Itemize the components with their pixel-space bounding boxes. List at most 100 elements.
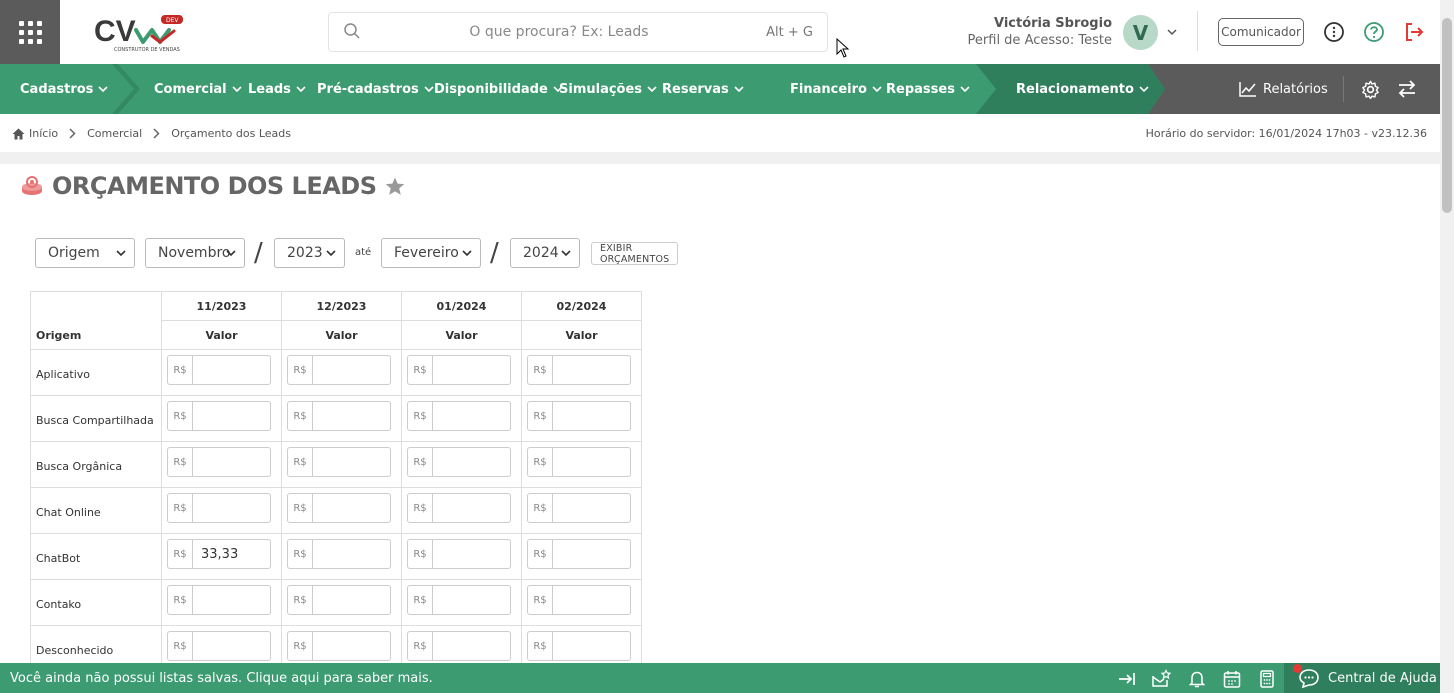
scrollbar-thumb[interactable] <box>1442 18 1452 213</box>
budget-value[interactable] <box>433 448 510 476</box>
budget-value[interactable] <box>553 356 630 384</box>
nav-leads[interactable]: Leads <box>248 64 306 114</box>
logout-icon[interactable] <box>1403 21 1425 43</box>
budget-value[interactable] <box>193 632 270 660</box>
budget-value[interactable] <box>313 586 390 614</box>
budget-value[interactable] <box>433 402 510 430</box>
budget-input[interactable]: R$ <box>287 401 391 431</box>
breadcrumb-home[interactable]: Início <box>29 127 58 140</box>
budget-value[interactable] <box>313 402 390 430</box>
nav-pre-cadastros[interactable]: Pré-cadastros <box>317 64 434 114</box>
budget-value[interactable] <box>433 494 510 522</box>
budget-input[interactable]: R$ <box>527 539 631 569</box>
nav-disponibilidade[interactable]: Disponibilidade <box>434 64 563 114</box>
gear-icon[interactable] <box>1361 80 1380 99</box>
budget-input[interactable]: R$ <box>287 447 391 477</box>
budget-input[interactable]: R$ <box>407 539 511 569</box>
budget-input[interactable]: R$ <box>167 355 271 385</box>
home-icon[interactable] <box>12 128 25 140</box>
budget-value[interactable] <box>553 632 630 660</box>
budget-input[interactable]: R$ <box>527 585 631 615</box>
group-select[interactable]: Origem <box>35 238 135 268</box>
budget-input[interactable]: R$ <box>407 631 511 661</box>
from-month-select[interactable]: Novembro <box>145 238 245 268</box>
bell-icon[interactable] <box>1187 669 1207 689</box>
budget-input[interactable]: R$ <box>287 493 391 523</box>
chevron-down-icon[interactable] <box>1166 28 1178 36</box>
communicator-button[interactable]: Comunicador <box>1218 18 1304 46</box>
mail-star-icon[interactable] <box>1151 669 1171 689</box>
budget-input[interactable]: R$ <box>287 631 391 661</box>
budget-input[interactable]: R$ <box>527 401 631 431</box>
nav-cadastros[interactable]: Cadastros <box>20 64 109 114</box>
nav-relacionamento[interactable]: Relacionamento <box>1016 64 1149 114</box>
budget-input[interactable]: R$ <box>527 631 631 661</box>
budget-value[interactable] <box>433 586 510 614</box>
budget-value[interactable] <box>553 448 630 476</box>
budget-value[interactable] <box>313 494 390 522</box>
switch-arrows-icon[interactable] <box>1397 80 1417 98</box>
to-month-select[interactable]: Fevereiro <box>381 238 481 268</box>
budget-value[interactable] <box>433 540 510 568</box>
nav-repasses[interactable]: Repasses <box>886 64 970 114</box>
budget-value[interactable] <box>553 540 630 568</box>
breadcrumb-comercial[interactable]: Comercial <box>87 127 142 140</box>
saved-lists-message[interactable]: Você ainda não possui listas salvas. Cli… <box>10 671 433 686</box>
budget-input[interactable]: R$ <box>287 585 391 615</box>
budget-input[interactable]: R$ <box>407 447 511 477</box>
budget-value[interactable] <box>553 402 630 430</box>
budget-value[interactable] <box>193 448 270 476</box>
budget-input[interactable]: R$ <box>167 447 271 477</box>
budget-input[interactable]: R$ <box>167 631 271 661</box>
global-search[interactable]: Alt + G <box>328 12 828 52</box>
budget-value[interactable] <box>313 540 390 568</box>
budget-value[interactable] <box>433 356 510 384</box>
avatar[interactable]: V <box>1123 15 1158 50</box>
nav-financeiro[interactable]: Financeiro <box>790 64 882 114</box>
budget-input[interactable]: R$ <box>407 493 511 523</box>
collapse-right-icon[interactable] <box>1117 669 1137 689</box>
budget-input[interactable]: R$ <box>527 447 631 477</box>
help-center-button[interactable]: Central de Ajuda <box>1284 663 1440 693</box>
apps-menu-button[interactable] <box>0 0 60 64</box>
budget-input[interactable]: R$ <box>167 401 271 431</box>
info-icon[interactable] <box>1323 21 1345 43</box>
budget-input[interactable]: R$ <box>527 355 631 385</box>
calendar-icon[interactable] <box>1222 669 1242 689</box>
calculator-icon[interactable] <box>1257 669 1277 689</box>
budget-value[interactable] <box>193 586 270 614</box>
page-scrollbar[interactable] <box>1440 0 1454 693</box>
budget-value[interactable] <box>313 632 390 660</box>
budget-input[interactable]: R$ <box>407 355 511 385</box>
budget-input[interactable]: R$ <box>407 585 511 615</box>
logo[interactable]: CV DEV CONSTRUTOR DE VENDAS <box>94 12 186 54</box>
budget-value[interactable] <box>193 402 270 430</box>
budget-value[interactable] <box>553 494 630 522</box>
show-budgets-button[interactable]: EXIBIR ORÇAMENTOS <box>591 242 679 265</box>
budget-value[interactable] <box>193 494 270 522</box>
nav-comercial[interactable]: Comercial <box>154 64 242 114</box>
user-info[interactable]: Victória Sbrogio Perfil de Acesso: Teste <box>968 16 1112 48</box>
budget-input[interactable]: R$ <box>287 539 391 569</box>
budget-value[interactable] <box>193 356 270 384</box>
nav-reservas[interactable]: Reservas <box>662 64 744 114</box>
nav-simulacoes[interactable]: Simulações <box>559 64 657 114</box>
from-year-select[interactable]: 2023 <box>274 238 345 268</box>
star-icon[interactable] <box>385 177 405 196</box>
budget-input[interactable]: R$ <box>287 355 391 385</box>
search-input[interactable] <box>369 13 749 51</box>
budget-value[interactable] <box>313 448 390 476</box>
budget-input[interactable]: R$ <box>167 493 271 523</box>
budget-value[interactable]: 33,33 <box>193 540 270 568</box>
nav-relatorios[interactable]: Relatórios <box>1239 64 1328 114</box>
budget-input[interactable]: R$ <box>167 585 271 615</box>
budget-value[interactable] <box>313 356 390 384</box>
budget-value[interactable] <box>433 632 510 660</box>
budget-input[interactable]: R$ 33,33 <box>167 539 271 569</box>
to-year-select[interactable]: 2024 <box>510 238 580 268</box>
help-icon[interactable] <box>1363 21 1385 43</box>
budget-value[interactable] <box>553 586 630 614</box>
budget-input[interactable]: R$ <box>527 493 631 523</box>
budget-input[interactable]: R$ <box>407 401 511 431</box>
nav-label: Leads <box>248 81 291 97</box>
